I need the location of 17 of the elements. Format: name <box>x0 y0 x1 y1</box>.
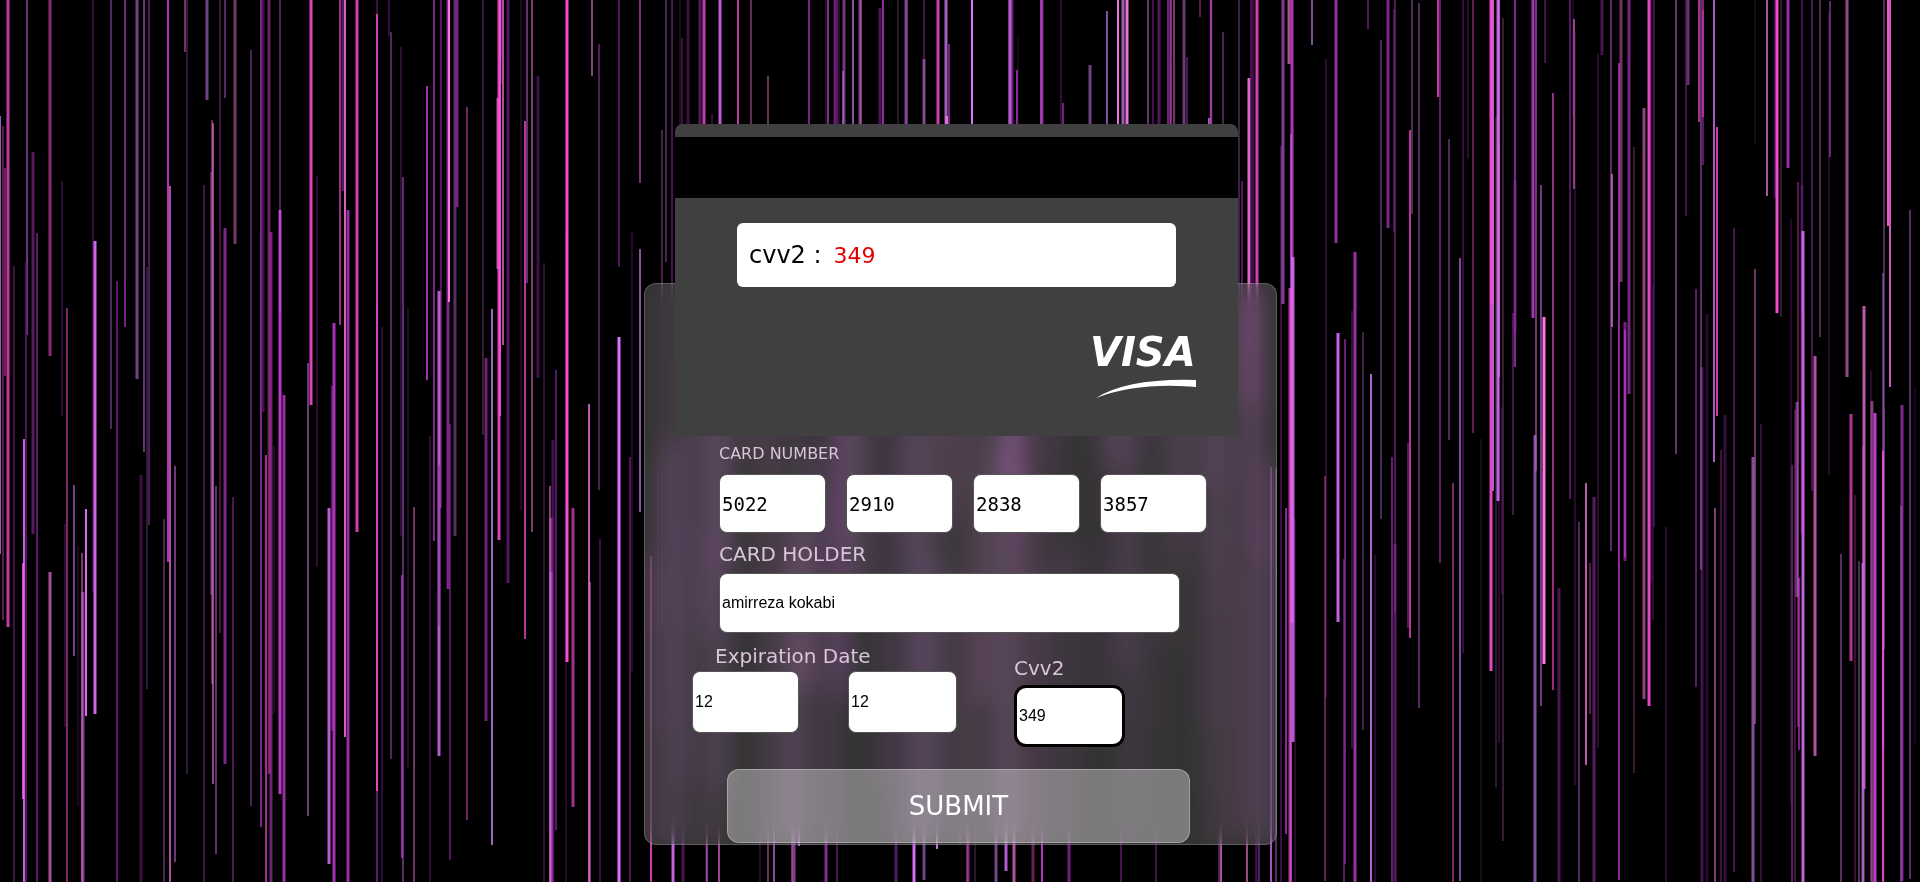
expiration-date-label: Expiration Date <box>715 643 871 669</box>
cvv2-field[interactable]: 349 <box>1014 685 1125 747</box>
card-number-field[interactable]: 2838 <box>973 474 1080 533</box>
expiration-month-field[interactable]: 12 <box>692 671 799 733</box>
cvv-label: cvv2 : <box>749 240 822 271</box>
submit-button[interactable]: SUBMIT <box>727 769 1190 843</box>
expiration-year-field[interactable]: 12 <box>848 671 957 733</box>
card-number-field[interactable]: 2910 <box>846 474 953 533</box>
swoosh-icon <box>1096 378 1196 398</box>
card-number-label: CARD NUMBER <box>719 444 840 464</box>
card-holder-label: CARD HOLDER <box>719 541 867 567</box>
card-holder-field[interactable]: amirreza kokabi <box>719 573 1180 633</box>
cvv-value: 349 <box>833 241 876 270</box>
card-number-field[interactable]: 5022 <box>719 474 826 533</box>
cvv2-label: Cvv2 <box>1014 655 1065 681</box>
card-number-field[interactable]: 3857 <box>1100 474 1207 533</box>
card-brand: VISA <box>1090 330 1196 374</box>
